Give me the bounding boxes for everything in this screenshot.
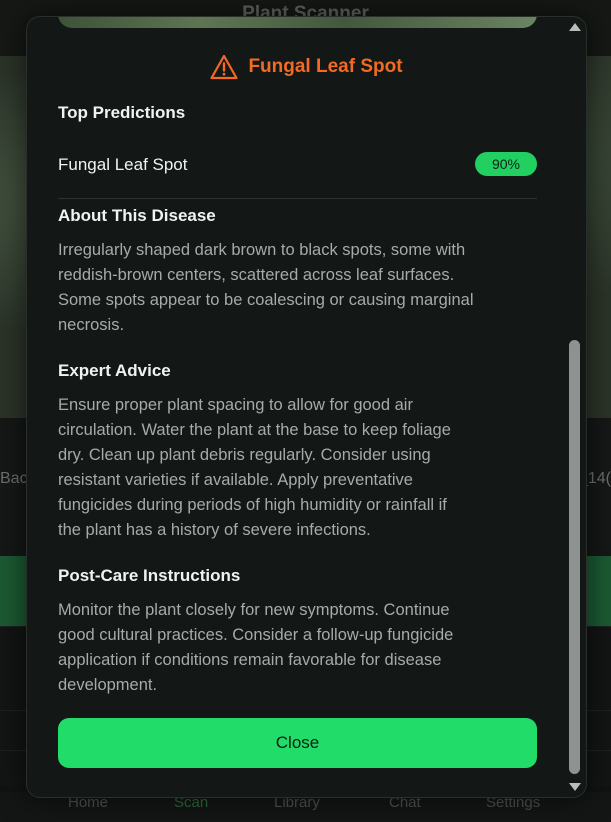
- scroll-up-arrow-icon[interactable]: [569, 23, 581, 31]
- about-disease-text: Irregularly shaped dark brown to black s…: [58, 238, 537, 338]
- prediction-row: Fungal Leaf Spot 90%: [58, 151, 537, 179]
- advice-line: resistant varieties if available. Apply …: [58, 471, 413, 489]
- about-line: Irregularly shaped dark brown to black s…: [58, 241, 466, 259]
- disease-details-modal: Fungal Leaf Spot Top Predictions Fungal …: [26, 16, 587, 798]
- about-line: necrosis.: [58, 316, 125, 334]
- post-care-line: development.: [58, 676, 158, 694]
- advice-line: the plant has a history of severe infect…: [58, 521, 371, 539]
- close-button[interactable]: Close: [58, 718, 537, 768]
- advice-line: dry. Clean up plant debris regularly. Co…: [58, 446, 431, 464]
- disease-title: Fungal Leaf Spot: [248, 56, 403, 77]
- advice-line: fungicides during periods of high humidi…: [58, 496, 447, 514]
- prediction-name: Fungal Leaf Spot: [58, 155, 188, 174]
- leaf-image-preview: [58, 17, 537, 28]
- modal-title-row: Fungal Leaf Spot: [27, 52, 586, 82]
- top-predictions-heading: Top Predictions: [58, 103, 186, 122]
- advice-line: circulation. Water the plant at the base…: [58, 421, 451, 439]
- post-care-line: good cultural practices. Consider a foll…: [58, 626, 454, 644]
- about-line: Some spots appear to be coalescing or ca…: [58, 291, 474, 309]
- about-disease-heading: About This Disease: [58, 206, 216, 225]
- app-screen: Plant Scanner Bact _14( Home Scan Librar…: [0, 0, 611, 822]
- modal-scrollbar[interactable]: [567, 17, 582, 797]
- scroll-down-arrow-icon[interactable]: [569, 783, 581, 791]
- warning-triangle-icon: [210, 54, 239, 80]
- scrollbar-thumb[interactable]: [569, 340, 580, 774]
- about-line: reddish-brown centers, scattered across …: [58, 266, 455, 284]
- post-care-heading: Post-Care Instructions: [58, 566, 241, 585]
- advice-line: Ensure proper plant spacing to allow for…: [58, 396, 413, 414]
- section-divider: [58, 198, 537, 199]
- expert-advice-text: Ensure proper plant spacing to allow for…: [58, 393, 537, 543]
- post-care-line: application if conditions remain favorab…: [58, 651, 442, 669]
- expert-advice-heading: Expert Advice: [58, 361, 171, 380]
- post-care-text: Monitor the plant closely for new sympto…: [58, 598, 537, 698]
- confidence-badge: 90%: [475, 152, 537, 176]
- post-care-line: Monitor the plant closely for new sympto…: [58, 601, 450, 619]
